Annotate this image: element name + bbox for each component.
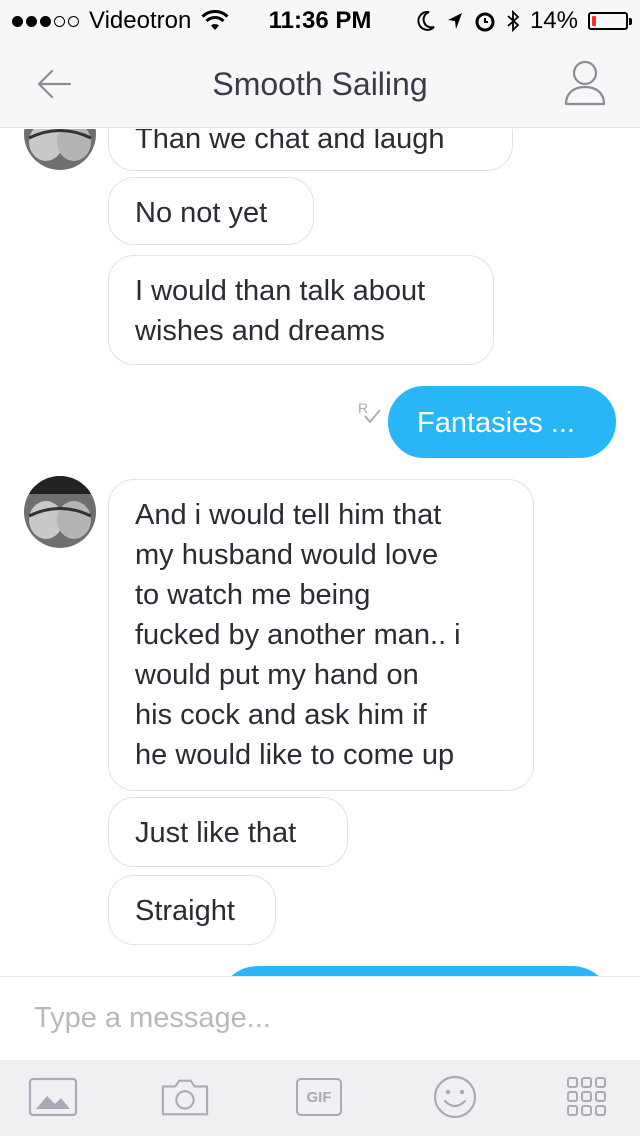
emoji-button[interactable] — [430, 1074, 480, 1120]
message-bubble-incoming[interactable]: Straight — [108, 875, 276, 945]
message-line: I would than talk about — [135, 275, 426, 307]
contact-avatar[interactable] — [24, 129, 96, 170]
contact-avatar[interactable] — [24, 476, 96, 548]
message-input[interactable] — [34, 995, 604, 1041]
message-text: Than we chat and laugh — [135, 129, 445, 155]
alarm-icon — [475, 12, 495, 32]
message-bubble-incoming[interactable]: I would than talk about wishes and dream… — [108, 255, 494, 365]
message-bubble-outgoing[interactable] — [218, 966, 612, 976]
nav-bar: Smooth Sailing — [0, 40, 640, 128]
apps-button[interactable] — [562, 1074, 612, 1120]
message-list[interactable]: Than we chat and laugh No not yet I woul… — [0, 129, 640, 976]
battery-percent: 14% — [529, 7, 578, 34]
attachment-toolbar: GIF — [0, 1060, 640, 1136]
bluetooth-icon — [507, 9, 520, 33]
status-bar: Videotron 11:36 PM 14% — [0, 0, 640, 40]
svg-text:R: R — [358, 400, 368, 416]
message-line: he would like to come up — [135, 739, 455, 771]
message-text: No not yet — [135, 197, 268, 229]
message-line: my husband would love — [135, 539, 439, 571]
camera-button[interactable] — [160, 1074, 210, 1120]
profile-button[interactable] — [560, 58, 610, 108]
avatar-photo — [24, 129, 96, 170]
avatar-photo — [24, 476, 96, 548]
message-line: would put my hand on — [135, 659, 419, 691]
user-profile-icon — [564, 60, 606, 106]
message-bubble-incoming[interactable]: No not yet — [108, 177, 314, 245]
message-line: to watch me being — [135, 579, 371, 611]
message-text: Straight — [135, 895, 235, 927]
battery-fill — [592, 16, 596, 26]
gallery-button[interactable] — [28, 1074, 78, 1120]
status-right: 14% — [416, 7, 632, 35]
message-bubble-incoming[interactable]: Than we chat and laugh — [108, 129, 513, 171]
location-arrow-icon — [447, 13, 462, 29]
message-composer — [0, 976, 640, 1060]
message-bubble-incoming[interactable]: And i would tell him that my husband wou… — [108, 479, 534, 791]
gif-button[interactable]: GIF — [294, 1074, 344, 1120]
battery-icon — [588, 12, 632, 30]
message-line: fucked by another man.. i — [135, 619, 461, 651]
message-text: Just like that — [135, 817, 297, 849]
gif-label: GIF — [306, 1088, 332, 1106]
message-bubble-outgoing[interactable]: Fantasies ... — [388, 386, 616, 458]
message-line: And i would tell him that — [135, 499, 442, 531]
moon-icon — [417, 10, 435, 31]
message-text: Fantasies ... — [417, 407, 575, 439]
message-line: his cock and ask him if — [135, 699, 427, 731]
conversation-title: Smooth Sailing — [212, 66, 428, 102]
camera-icon — [161, 1079, 209, 1116]
gif-icon: GIF — [296, 1078, 342, 1116]
apps-grid-icon — [567, 1077, 606, 1116]
read-receipt-icon: R — [358, 400, 381, 424]
message-bubble-incoming[interactable]: Just like that — [108, 797, 348, 867]
message-line: wishes and dreams — [135, 315, 385, 347]
emoji-icon — [433, 1075, 477, 1119]
image-icon — [28, 1077, 78, 1117]
